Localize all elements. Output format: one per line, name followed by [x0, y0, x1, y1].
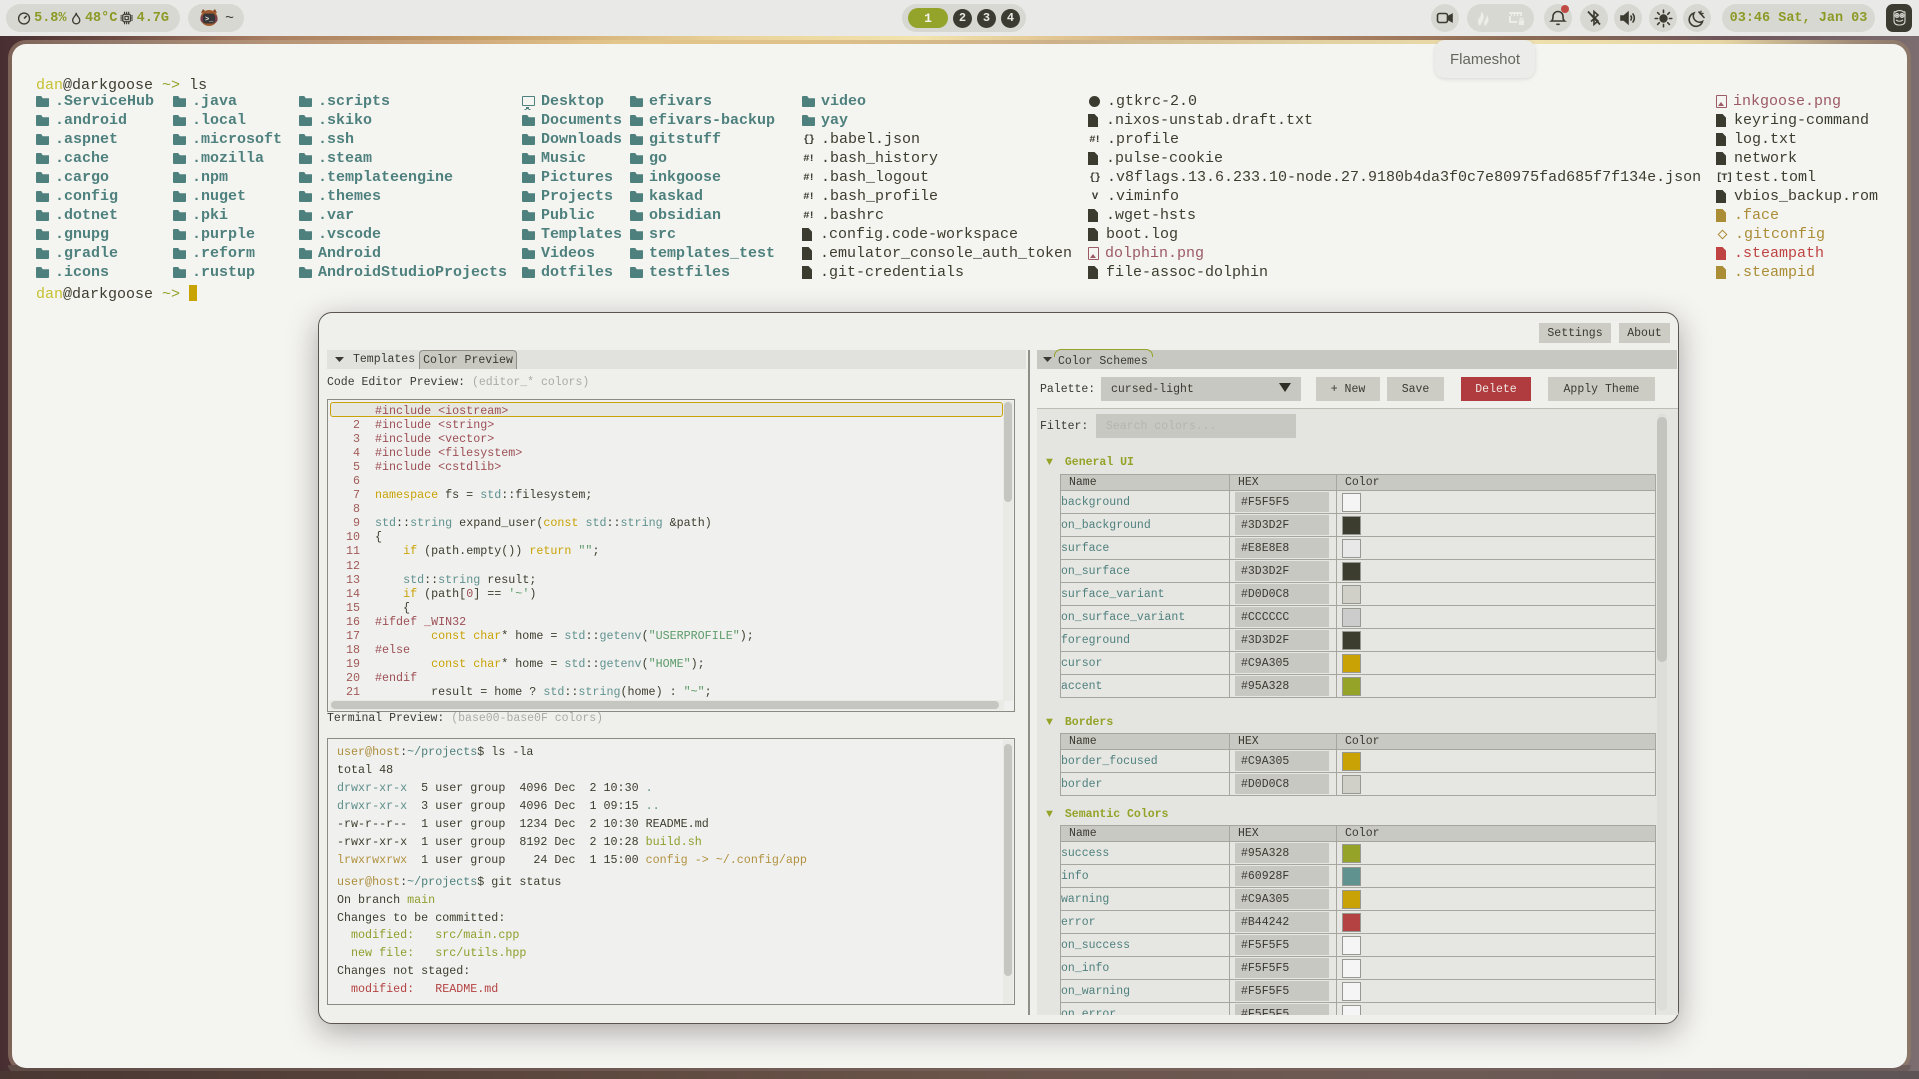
- svg-text:>_: >_: [205, 16, 214, 24]
